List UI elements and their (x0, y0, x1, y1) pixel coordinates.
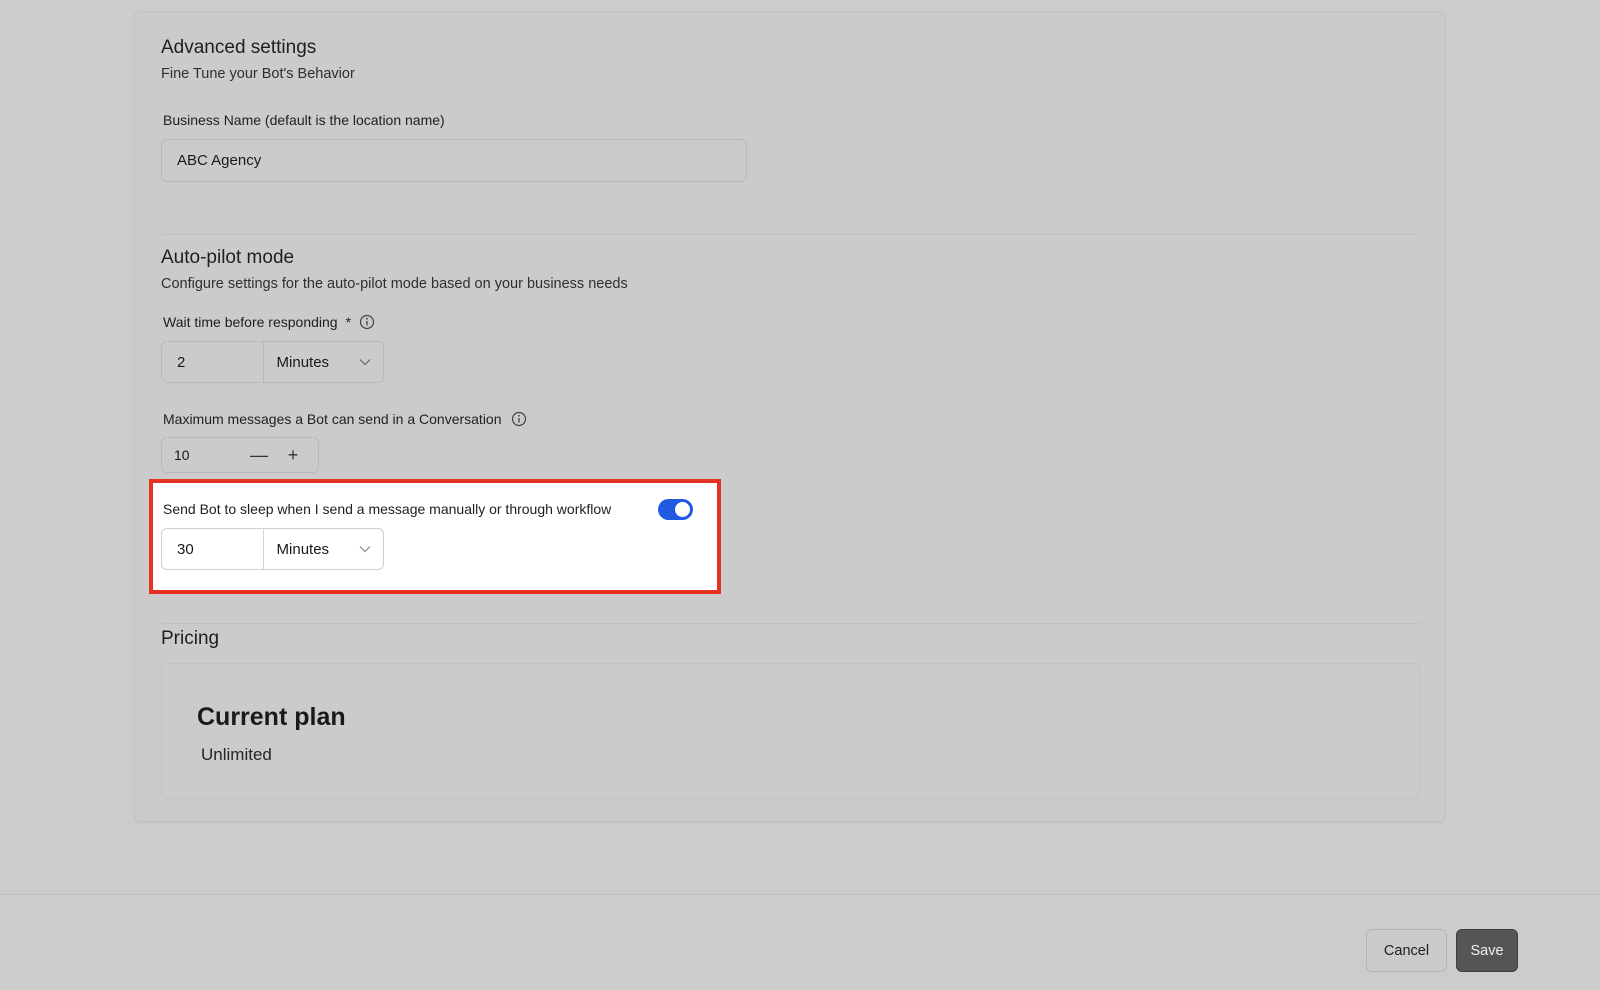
section-divider (161, 623, 1420, 624)
current-plan-value: Unlimited (201, 745, 272, 764)
sleep-duration-input[interactable]: 30 (162, 529, 264, 569)
sleep-label: Send Bot to sleep when I send a message … (163, 501, 612, 517)
footer-divider (0, 894, 1600, 895)
autopilot-title: Auto-pilot mode (161, 247, 295, 268)
cancel-button[interactable]: Cancel (1366, 929, 1447, 972)
wait-time-label: Wait time before responding (163, 314, 338, 330)
sleep-toggle[interactable] (658, 499, 693, 520)
autopilot-subtitle: Configure settings for the auto-pilot mo… (161, 276, 628, 292)
business-name-input[interactable]: ABC Agency (161, 139, 747, 182)
wait-time-combo: 2 Minutes (161, 341, 384, 383)
max-messages-stepper: 10 — + (161, 437, 319, 473)
wait-time-unit-select[interactable]: Minutes (264, 342, 383, 382)
section-divider (161, 234, 1420, 235)
sleep-unit-value: Minutes (276, 540, 330, 558)
required-asterisk: * (345, 314, 352, 330)
max-messages-value[interactable]: 10 (162, 447, 242, 463)
advanced-settings-subtitle: Fine Tune your Bot's Behavior (161, 66, 355, 82)
wait-time-value: 2 (177, 353, 186, 371)
wait-time-input[interactable]: 2 (162, 342, 264, 382)
pricing-title: Pricing (161, 628, 220, 649)
sleep-unit-select[interactable]: Minutes (264, 529, 383, 569)
info-icon[interactable] (511, 411, 527, 427)
info-icon[interactable] (359, 314, 375, 330)
sleep-duration-combo: 30 Minutes (161, 528, 384, 570)
chevron-down-icon (359, 546, 371, 553)
save-button[interactable]: Save (1456, 929, 1518, 972)
max-messages-label: Maximum messages a Bot can send in a Con… (163, 411, 502, 427)
max-messages-label-row: Maximum messages a Bot can send in a Con… (163, 411, 527, 427)
business-name-label: Business Name (default is the location n… (163, 112, 445, 128)
chevron-down-icon (359, 359, 371, 366)
toggle-knob (675, 502, 690, 517)
current-plan-title: Current plan (197, 703, 346, 731)
advanced-settings-title: Advanced settings (161, 37, 317, 58)
sleep-duration-value: 30 (177, 540, 194, 558)
wait-time-label-row: Wait time before responding * (163, 314, 375, 330)
increment-button[interactable]: + (276, 438, 310, 472)
current-plan-box (161, 663, 1420, 799)
decrement-button[interactable]: — (242, 438, 276, 472)
wait-time-unit-value: Minutes (276, 353, 330, 371)
business-name-value: ABC Agency (177, 152, 262, 169)
